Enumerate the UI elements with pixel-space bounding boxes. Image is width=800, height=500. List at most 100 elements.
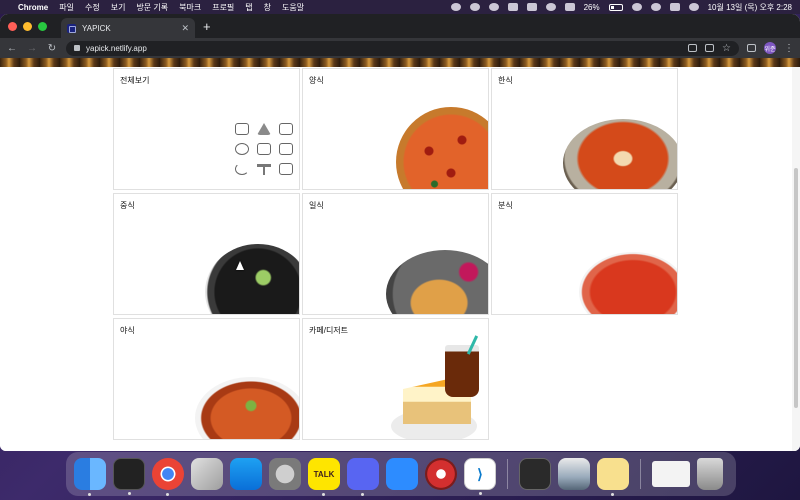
omnibox-actions: ☆: [688, 43, 731, 54]
vpn-icon[interactable]: [469, 3, 480, 11]
burger-icon: [279, 163, 293, 175]
moon-icon: [235, 163, 249, 175]
menubar-clock[interactable]: 10월 13일 (목) 오후 2:28: [708, 2, 792, 13]
tab-yapick[interactable]: YAPICK ✕: [61, 18, 195, 38]
vscode-glyph-icon: ⟩: [477, 465, 483, 482]
sushi-icon: [279, 143, 293, 155]
running-indicator: [166, 493, 169, 496]
site-favicon-icon: [67, 23, 76, 33]
tab-strip: YAPICK ✕ +: [0, 14, 800, 38]
noodle-bowl-icon: [279, 123, 293, 135]
dock-notes-icon[interactable]: [597, 458, 629, 496]
menu-app-name[interactable]: Chrome: [18, 3, 48, 12]
chrome-menu-icon[interactable]: ⋮: [784, 43, 794, 54]
spotlight-icon[interactable]: [650, 3, 661, 11]
category-card-all[interactable]: 전체보기: [113, 68, 300, 190]
hero-banner-image: [0, 58, 800, 67]
category-card-late-night[interactable]: 야식: [113, 318, 300, 440]
dock-zoom-icon[interactable]: [386, 458, 418, 490]
tab-title: YAPICK: [82, 23, 111, 33]
night-mode-icon[interactable]: [545, 3, 556, 11]
menu-bookmarks[interactable]: 북마크: [179, 2, 201, 13]
pizza-image: [396, 107, 488, 189]
record-icon[interactable]: [450, 3, 461, 11]
close-window-button[interactable]: [8, 21, 17, 31]
translate-icon[interactable]: [688, 44, 698, 52]
menu-help[interactable]: 도움말: [282, 2, 304, 13]
category-label: 분식: [498, 201, 513, 210]
bookmark-star-icon[interactable]: ☆: [722, 43, 731, 54]
input-method-icon[interactable]: [564, 3, 575, 11]
dock-vscode-icon[interactable]: ⟩: [464, 458, 496, 495]
category-label: 일식: [309, 201, 324, 210]
profile-avatar[interactable]: 위준: [764, 42, 776, 54]
menu-window[interactable]: 창: [264, 2, 271, 13]
category-card-cafe-dessert[interactable]: 카페/디저트: [302, 318, 489, 440]
minimize-window-button[interactable]: [23, 21, 32, 31]
web-page: 전체보기 양식 한식 중식 일식 분식 야식 카페/디저트: [0, 58, 800, 451]
running-indicator: [88, 493, 91, 496]
battery-icon[interactable]: [608, 3, 623, 11]
dock-trash-icon[interactable]: [697, 458, 723, 490]
dock-compass-app-icon[interactable]: [425, 458, 457, 490]
dock-finder-icon[interactable]: [74, 458, 106, 496]
new-tab-button[interactable]: +: [203, 19, 211, 34]
stew-image: [563, 119, 677, 189]
window-controls: [8, 21, 47, 31]
menu-tab[interactable]: 탭: [245, 2, 252, 13]
category-card-japanese[interactable]: 일식: [302, 193, 489, 315]
menu-profiles[interactable]: 프로필: [212, 2, 234, 13]
category-card-korean[interactable]: 한식: [491, 68, 678, 190]
dock-minimized-window-icon[interactable]: [652, 461, 690, 487]
side-panel-icon[interactable]: [747, 44, 756, 52]
display-icon[interactable]: [507, 3, 518, 11]
dock-chrome-icon[interactable]: [152, 458, 184, 496]
tteokbokki-image: [579, 252, 677, 314]
scrollbar-thumb[interactable]: [794, 168, 798, 408]
pizza-slice-icon: [257, 123, 271, 135]
audio-icon[interactable]: [526, 3, 537, 11]
control-center-icon[interactable]: [669, 3, 680, 11]
dock-terminal-icon[interactable]: [113, 458, 145, 495]
category-card-chinese[interactable]: 중식: [113, 193, 300, 315]
dock-kakaotalk-icon[interactable]: TALK: [308, 458, 340, 496]
dock-quicktime-icon[interactable]: [519, 458, 551, 490]
forward-button[interactable]: →: [26, 43, 38, 54]
category-icon-grid: [235, 123, 293, 175]
dock-preview-icon[interactable]: [558, 458, 590, 490]
tab-close-icon[interactable]: ✕: [181, 23, 189, 34]
category-card-western[interactable]: 양식: [302, 68, 489, 190]
running-indicator: [361, 493, 364, 496]
category-label: 전체보기: [120, 76, 150, 85]
siri-icon[interactable]: [688, 3, 699, 11]
url-text[interactable]: yapick.netlify.app: [86, 44, 147, 53]
katsu-image: [386, 250, 488, 314]
dock-launchpad-icon[interactable]: [191, 458, 223, 490]
kakaotalk-label: TALK: [313, 469, 335, 479]
iced-coffee-image: [445, 345, 479, 397]
category-label: 중식: [120, 201, 135, 210]
dock-system-preferences-icon[interactable]: [269, 458, 301, 490]
status-area: 26% 10월 13일 (목) 오후 2:28: [450, 2, 792, 13]
category-card-snack[interactable]: 분식: [491, 193, 678, 315]
share-icon[interactable]: [705, 44, 715, 52]
chrome-status-icon[interactable]: [488, 3, 499, 11]
dock-discord-icon[interactable]: [347, 458, 379, 496]
menu-history[interactable]: 방문 기록: [136, 2, 168, 13]
browser-window: YAPICK ✕ + ← → ↻ yapick.netlify.app ☆ 위준…: [0, 14, 800, 451]
back-button[interactable]: ←: [6, 43, 18, 54]
wifi-icon[interactable]: [631, 3, 642, 11]
dock-separator: [507, 459, 508, 489]
zoom-window-button[interactable]: [38, 21, 47, 31]
lock-icon[interactable]: [74, 45, 80, 51]
battery-percent: 26%: [583, 2, 600, 12]
menu-file[interactable]: 파일: [59, 2, 74, 13]
menu-view[interactable]: 보기: [111, 2, 126, 13]
dock-separator: [640, 459, 641, 489]
reload-button[interactable]: ↻: [46, 43, 58, 54]
address-bar[interactable]: yapick.netlify.app ☆: [66, 40, 739, 56]
menu-edit[interactable]: 수정: [85, 2, 100, 13]
dock-app-store-icon[interactable]: [230, 458, 262, 490]
macos-dock: TALK ⟩: [66, 452, 736, 496]
macos-menu-bar: Chrome 파일 수정 보기 방문 기록 북마크 프로필 탭 창 도움말 26…: [0, 0, 800, 14]
